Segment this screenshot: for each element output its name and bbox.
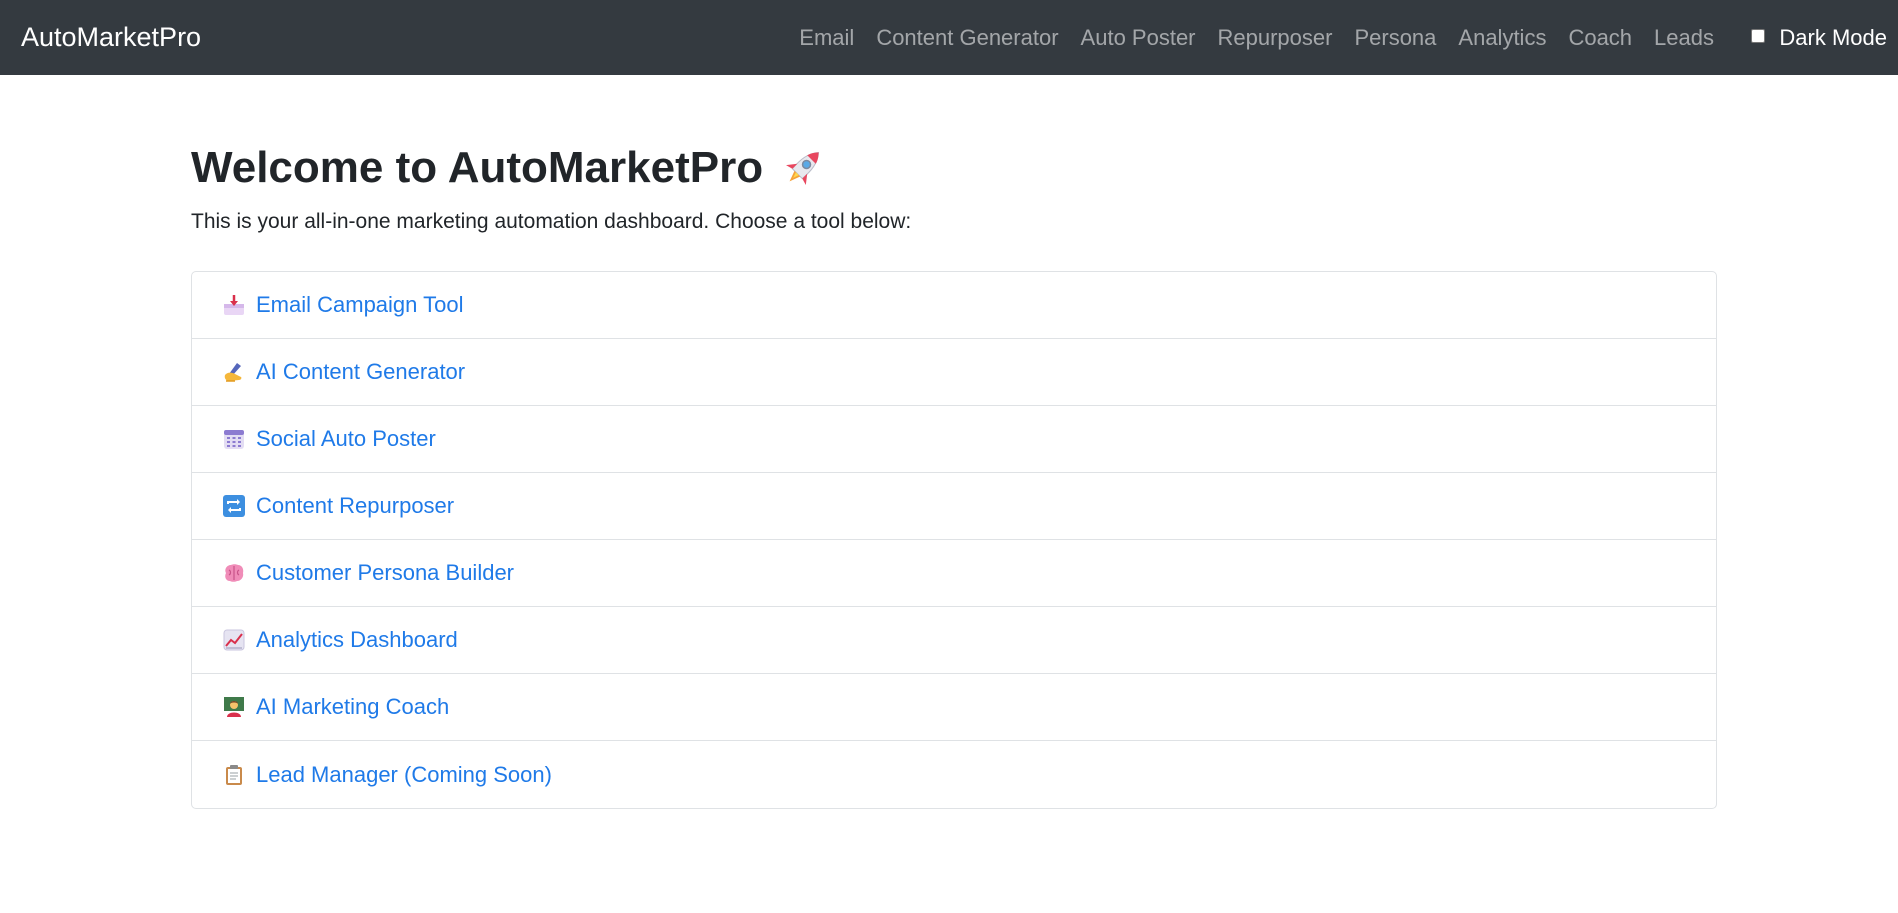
nav-links: Email Content Generator Auto Poster Repu… bbox=[799, 0, 1714, 75]
content-repurposer-link[interactable]: Content Repurposer bbox=[256, 493, 454, 519]
tool-list: Email Campaign Tool AI Content Generator bbox=[191, 271, 1717, 809]
nav-link-leads[interactable]: Leads bbox=[1654, 25, 1714, 51]
list-item: Analytics Dashboard bbox=[192, 607, 1716, 674]
page-subtitle: This is your all-in-one marketing automa… bbox=[191, 210, 912, 233]
list-item: Customer Persona Builder bbox=[192, 540, 1716, 607]
writing-hand-icon bbox=[223, 361, 245, 383]
list-item: Content Repurposer bbox=[192, 473, 1716, 540]
list-item: AI Content Generator bbox=[192, 339, 1716, 406]
nav-link-repurposer[interactable]: Repurposer bbox=[1218, 25, 1333, 51]
calendar-icon bbox=[223, 428, 245, 450]
social-auto-poster-link[interactable]: Social Auto Poster bbox=[256, 426, 436, 452]
dark-mode-label: Dark Mode bbox=[1779, 24, 1887, 50]
list-item: Social Auto Poster bbox=[192, 406, 1716, 473]
nav-link-analytics[interactable]: Analytics bbox=[1458, 25, 1546, 51]
dark-mode-checkbox[interactable] bbox=[1751, 28, 1766, 43]
rocket-icon bbox=[777, 142, 829, 194]
nav-link-email[interactable]: Email bbox=[799, 25, 854, 51]
brain-icon bbox=[223, 562, 245, 584]
customer-persona-builder-link[interactable]: Customer Persona Builder bbox=[256, 560, 514, 586]
list-item: AI Marketing Coach bbox=[192, 674, 1716, 741]
page-title: Welcome to AutoMarketPro bbox=[191, 140, 1717, 196]
list-item: Email Campaign Tool bbox=[192, 272, 1716, 339]
nav-link-persona[interactable]: Persona bbox=[1354, 25, 1436, 51]
lead-manager-link[interactable]: Lead Manager (Coming Soon) bbox=[256, 762, 552, 788]
teacher-icon bbox=[223, 696, 245, 718]
dark-mode-toggle[interactable]: Dark Mode bbox=[1751, 0, 1887, 75]
ai-content-generator-link[interactable]: AI Content Generator bbox=[256, 359, 465, 385]
email-campaign-tool-link[interactable]: Email Campaign Tool bbox=[256, 292, 463, 318]
main-content: Welcome to AutoMarketPro This is your al… bbox=[191, 140, 1717, 236]
ai-marketing-coach-link[interactable]: AI Marketing Coach bbox=[256, 694, 449, 720]
list-item: Lead Manager (Coming Soon) bbox=[192, 741, 1716, 808]
inbox-tray-icon bbox=[223, 294, 245, 316]
chart-increasing-icon bbox=[223, 629, 245, 651]
nav-link-auto-poster[interactable]: Auto Poster bbox=[1081, 25, 1196, 51]
repeat-arrows-icon bbox=[223, 495, 245, 517]
nav-link-content-generator[interactable]: Content Generator bbox=[876, 25, 1058, 51]
nav-link-coach[interactable]: Coach bbox=[1568, 25, 1632, 51]
clipboard-icon bbox=[223, 764, 245, 786]
brand-logo-link[interactable]: AutoMarketPro bbox=[21, 0, 201, 75]
top-navbar: AutoMarketPro Email Content Generator Au… bbox=[0, 0, 1898, 75]
page-title-text: Welcome to AutoMarketPro bbox=[191, 143, 764, 192]
analytics-dashboard-link[interactable]: Analytics Dashboard bbox=[256, 627, 458, 653]
